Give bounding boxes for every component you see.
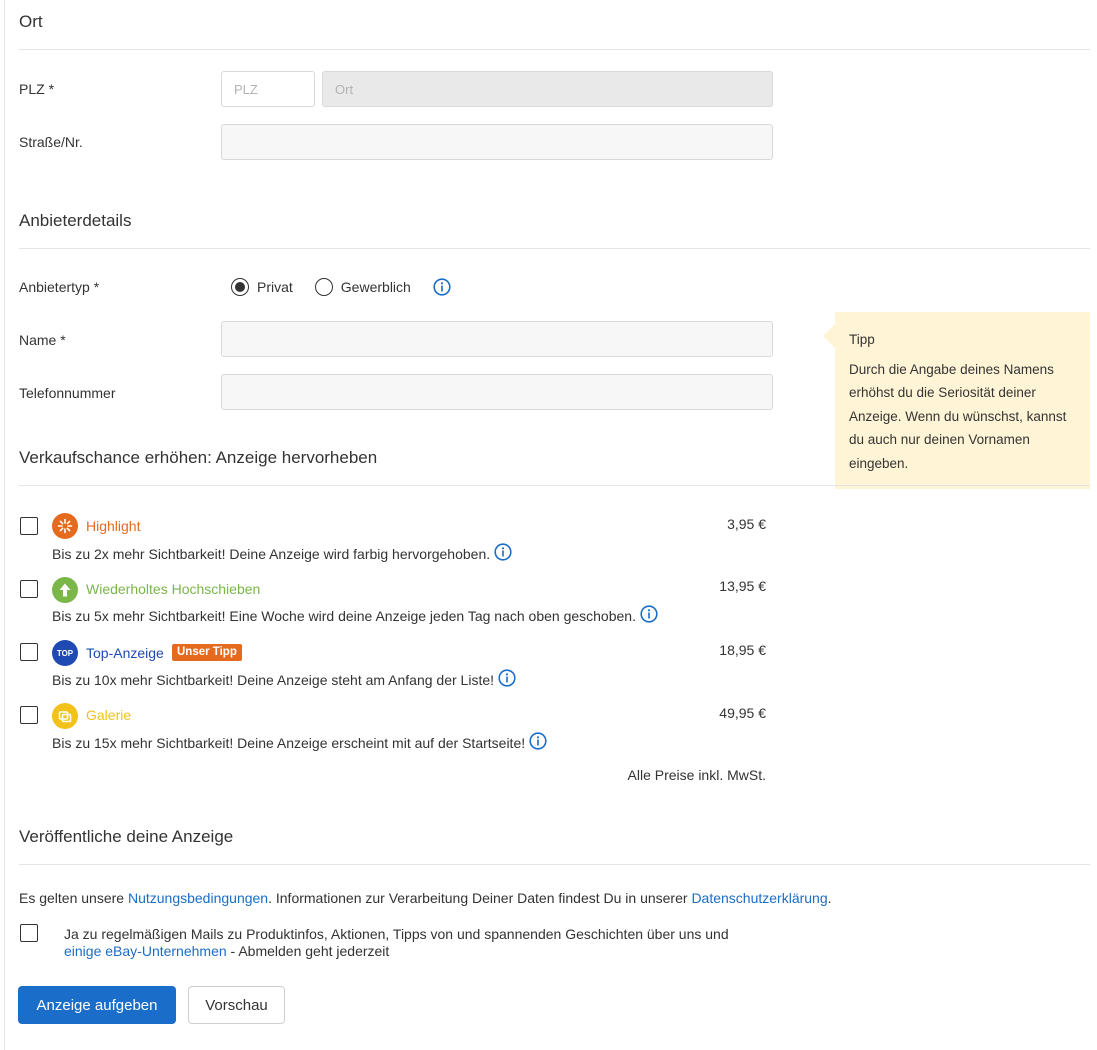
gallery-checkbox[interactable] (20, 706, 38, 724)
gallery-description: Bis zu 15x mehr Sichtbarkeit! Deine Anze… (52, 732, 547, 753)
ebay-companies-link[interactable]: einige eBay-Unternehmen (64, 943, 227, 959)
top-ad-description-text: Bis zu 10x mehr Sichtbarkeit! Deine Anze… (52, 671, 495, 688)
ort-input[interactable] (322, 71, 773, 107)
plz-input[interactable] (221, 71, 315, 107)
gallery-price: 49,95 € (719, 705, 766, 721)
radio-privat[interactable] (231, 278, 249, 296)
info-icon[interactable] (490, 543, 512, 564)
bump-price: 13,95 € (719, 578, 766, 594)
section-title-provider: Anbieterdetails (19, 211, 132, 230)
radio-gewerblich[interactable] (314, 278, 333, 296)
provider-type-radio-group: Privat Gewerblich (231, 276, 451, 298)
info-icon[interactable] (636, 605, 658, 626)
divider (19, 864, 1090, 865)
section-title-promote: Verkaufschance erhöhen: Anzeige hervorhe… (19, 448, 378, 467)
gallery-icon (52, 703, 78, 729)
divider (19, 49, 1090, 50)
submit-ad-button[interactable]: Anzeige aufgeben (18, 986, 176, 1024)
highlight-description: Bis zu 2x mehr Sichtbarkeit! Deine Anzei… (52, 543, 512, 564)
info-icon[interactable] (525, 732, 547, 753)
phone-label: Telefonnummer (19, 385, 116, 401)
terms-text: Es gelten unsere Nutzungsbedingungen. In… (19, 890, 832, 906)
bump-name[interactable]: Wiederholtes Hochschieben (86, 581, 260, 597)
bump-checkbox[interactable] (20, 580, 38, 598)
tip-box: Tipp Durch die Angabe deines Namens erhö… (823, 312, 1090, 489)
bump-description-text: Bis zu 5x mehr Sichtbarkeit! Eine Woche … (52, 607, 636, 624)
tip-text: Durch die Angabe deines Namens erhöhst d… (849, 361, 1067, 471)
terms-prefix: Es gelten unsere (19, 890, 128, 906)
section-title-ort: Ort (19, 12, 43, 31)
privacy-link[interactable]: Datenschutzerklärung (691, 890, 827, 906)
highlight-checkbox[interactable] (20, 517, 38, 535)
top-badge-icon: TOP (52, 640, 78, 666)
name-input[interactable] (221, 321, 773, 357)
highlight-name[interactable]: Highlight (86, 518, 140, 534)
terms-middle: . Informationen zur Verarbeitung Deiner … (268, 890, 692, 906)
preview-button[interactable]: Vorschau (188, 986, 285, 1024)
info-icon[interactable] (494, 669, 516, 690)
terms-link[interactable]: Nutzungsbedingungen (128, 890, 268, 906)
top-ad-checkbox[interactable] (20, 643, 38, 661)
section-title-publish: Veröffentliche deine Anzeige (19, 827, 234, 846)
street-label: Straße/Nr. (19, 134, 83, 150)
radio-privat-label[interactable]: Privat (257, 279, 293, 295)
gallery-name[interactable]: Galerie (86, 707, 131, 723)
divider (19, 248, 1090, 249)
page-left-border (4, 0, 5, 1050)
arrow-up-icon (52, 577, 78, 603)
tip-title: Tipp (849, 332, 875, 347)
newsletter-checkbox[interactable] (20, 924, 38, 942)
sparkle-icon (52, 513, 78, 539)
top-ad-name[interactable]: Top-Anzeige (86, 645, 164, 661)
name-label: Name * (19, 332, 66, 348)
radio-gewerblich-label[interactable]: Gewerblich (341, 279, 411, 295)
newsletter-text: Ja zu regelmäßigen Mails zu Produktinfos… (64, 926, 804, 960)
top-ad-description: Bis zu 10x mehr Sichtbarkeit! Deine Anze… (52, 669, 516, 690)
price-note: Alle Preise inkl. MwSt. (627, 767, 766, 783)
phone-input[interactable] (221, 374, 773, 410)
bump-description: Bis zu 5x mehr Sichtbarkeit! Eine Woche … (52, 605, 658, 626)
highlight-description-text: Bis zu 2x mehr Sichtbarkeit! Deine Anzei… (52, 545, 491, 562)
newsletter-suffix: - Abmelden geht jederzeit (226, 943, 390, 959)
top-ad-price: 18,95 € (719, 642, 766, 658)
terms-suffix: . (827, 890, 832, 906)
info-icon[interactable] (433, 278, 451, 296)
plz-label: PLZ * (19, 81, 55, 97)
highlight-price: 3,95 € (727, 516, 766, 532)
street-input[interactable] (221, 124, 773, 160)
provider-type-label: Anbietertyp * (19, 279, 100, 295)
divider (19, 485, 1090, 486)
gallery-description-text: Bis zu 15x mehr Sichtbarkeit! Deine Anze… (52, 734, 526, 751)
newsletter-line1: Ja zu regelmäßigen Mails zu Produktinfos… (64, 926, 729, 942)
recommended-badge: Unser Tipp (172, 644, 242, 661)
